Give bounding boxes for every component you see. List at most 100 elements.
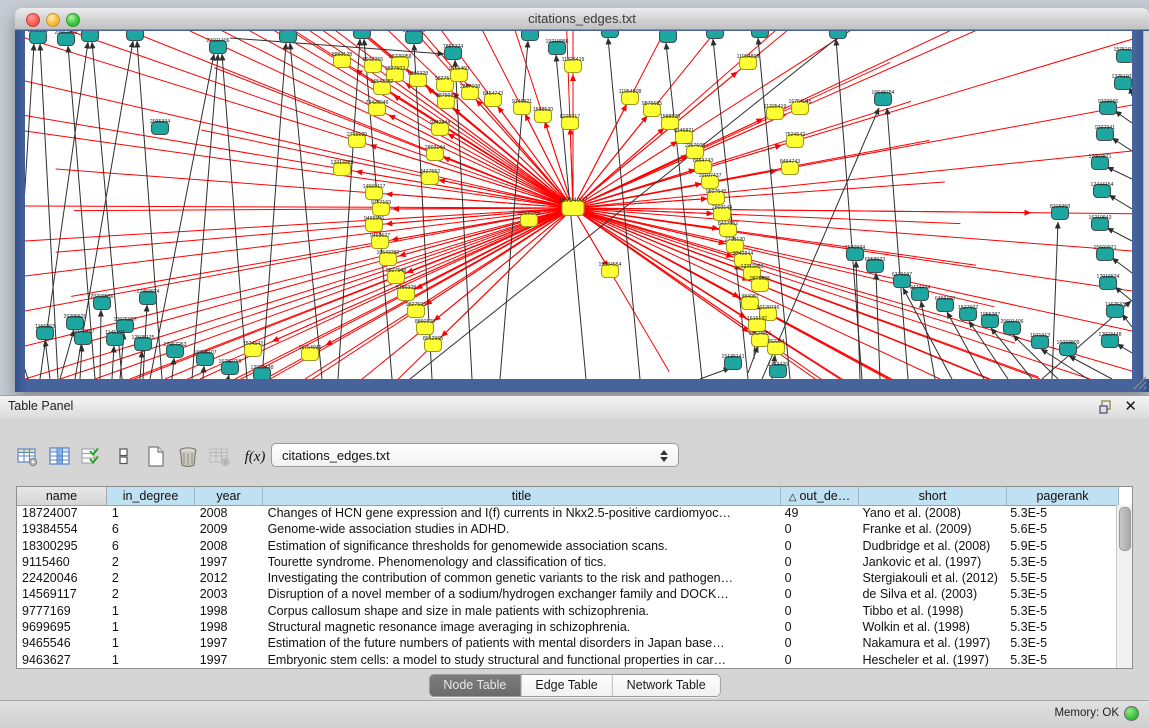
graph-node[interactable] <box>522 31 539 41</box>
table-cell[interactable]: 14569117 <box>17 586 107 602</box>
delete-trash-icon[interactable] <box>174 444 202 470</box>
table-cell[interactable]: 1997 <box>195 635 263 651</box>
table-cell[interactable]: Structural magnetic resonance image aver… <box>263 619 780 635</box>
table-row[interactable]: 1456911722003Disruption of a novel membe… <box>17 586 1117 602</box>
table-select-dropdown[interactable]: citations_edges.txt <box>271 443 679 467</box>
table-cell[interactable]: 18300295 <box>17 538 107 554</box>
black-edge[interactable] <box>1115 111 1132 123</box>
red-edge[interactable] <box>25 208 573 346</box>
red-edge-arrow[interactable] <box>393 208 573 209</box>
red-edge-arrow[interactable] <box>573 116 647 208</box>
black-edge[interactable] <box>60 330 74 379</box>
table-cell[interactable]: 5.3E-5 <box>1005 505 1117 521</box>
table-cell[interactable]: 0 <box>780 652 858 668</box>
table-cell[interactable]: Tourette syndrome. Phenomenology and cla… <box>263 554 780 570</box>
table-cell[interactable]: 5.3E-5 <box>1005 586 1117 602</box>
red-edge-arrow[interactable] <box>386 194 573 208</box>
table-cell[interactable]: 0 <box>780 603 858 619</box>
black-edge[interactable] <box>112 346 114 379</box>
table-cell[interactable]: 5.3E-5 <box>1005 635 1117 651</box>
red-edge-arrow[interactable] <box>476 100 573 208</box>
black-edge[interactable] <box>748 346 758 373</box>
table-vertical-scrollbar[interactable] <box>1116 505 1132 668</box>
red-edge-arrow[interactable] <box>416 208 573 289</box>
table-cell[interactable]: de Silva et al. (2003) <box>857 586 1005 602</box>
memory-status-indicator[interactable] <box>1124 706 1139 721</box>
network-canvas[interactable]: 1872400718300295193845548860128891295518… <box>25 31 1132 379</box>
column-header-title[interactable]: title <box>263 487 781 505</box>
black-edge[interactable] <box>1109 195 1132 209</box>
table-cell[interactable]: 19384554 <box>17 521 107 537</box>
table-row[interactable]: 2242004622012Investigating the contribut… <box>17 570 1117 586</box>
red-edge[interactable] <box>573 208 1059 379</box>
table-row[interactable]: 911546021997Tourette syndrome. Phenomeno… <box>17 554 1117 570</box>
new-document-icon[interactable] <box>142 444 170 470</box>
table-cell[interactable]: 0 <box>780 586 858 602</box>
red-edge-arrow[interactable] <box>573 145 782 208</box>
red-edge[interactable] <box>25 34 573 208</box>
table-cell[interactable]: Estimation of the future numbers of pati… <box>263 635 780 651</box>
table-row[interactable]: 977716911998Corpus callosum shape and si… <box>17 603 1117 619</box>
black-edge[interactable] <box>1112 138 1132 151</box>
table-cell[interactable]: 1997 <box>195 554 263 570</box>
red-edge-arrow[interactable] <box>454 108 573 208</box>
table-cell[interactable]: 22420046 <box>17 570 107 586</box>
column-header-name[interactable]: name <box>17 487 107 505</box>
table-cell[interactable]: 1 <box>107 603 195 619</box>
table-cell[interactable]: 6 <box>107 521 195 537</box>
table-cell[interactable]: 5.3E-5 <box>1005 619 1117 635</box>
table-cell[interactable]: 2 <box>107 586 195 602</box>
black-edge[interactable] <box>25 44 34 379</box>
red-edge[interactable] <box>573 31 825 208</box>
table-cell[interactable]: 9465546 <box>17 635 107 651</box>
red-edge[interactable] <box>573 208 1101 379</box>
table-cell[interactable]: 1 <box>107 635 195 651</box>
black-edge[interactable] <box>1107 167 1132 179</box>
black-edge[interactable] <box>228 375 229 379</box>
red-edge-arrow[interactable] <box>573 199 707 208</box>
red-edge-arrow[interactable] <box>370 145 573 208</box>
float-panel-icon[interactable] <box>1099 400 1113 414</box>
black-edge[interactable] <box>290 43 322 379</box>
table-cell[interactable]: 0 <box>780 538 858 554</box>
table-row[interactable]: 1830029562008Estimation of significance … <box>17 538 1117 554</box>
table-cell[interactable]: 5.9E-5 <box>1005 538 1117 554</box>
table-cell[interactable]: Wolkin et al. (1998) <box>857 619 1005 635</box>
black-edge[interactable] <box>1117 344 1132 353</box>
table-cell[interactable]: 1998 <box>195 619 263 635</box>
red-edge[interactable] <box>573 31 1028 208</box>
table-cell[interactable]: Nakamura et al. (1997) <box>857 635 1005 651</box>
red-edge[interactable] <box>573 208 1132 331</box>
table-cell[interactable]: Genome-wide association studies in ADHD. <box>263 521 780 537</box>
table-cell[interactable]: Tibbo et al. (1998) <box>857 603 1005 619</box>
table-cell[interactable]: 5.5E-5 <box>1005 570 1117 586</box>
citation-network-graph[interactable]: 1872400718300295193845548860128891295518… <box>25 31 1132 379</box>
red-edge[interactable] <box>573 208 1090 379</box>
red-edge[interactable] <box>573 31 721 208</box>
black-edge[interactable] <box>100 310 101 379</box>
red-edge-arrow[interactable] <box>573 128 664 208</box>
select-column-icon[interactable] <box>46 444 74 470</box>
table-cell[interactable]: 49 <box>780 505 858 521</box>
table-cell[interactable]: 5.3E-5 <box>1005 603 1117 619</box>
merge-rows-icon[interactable] <box>110 444 138 470</box>
graph-node[interactable] <box>82 31 99 42</box>
red-edge[interactable] <box>573 208 1059 379</box>
table-cell[interactable]: 1 <box>107 619 195 635</box>
black-edge[interactable] <box>700 368 730 379</box>
black-edge[interactable] <box>1069 356 1112 379</box>
black-edge[interactable] <box>666 43 702 379</box>
graph-node[interactable] <box>752 31 769 38</box>
black-edge[interactable] <box>1115 287 1132 301</box>
table-cell[interactable]: Jankovic et al. (1997) <box>857 554 1005 570</box>
red-edge-arrow[interactable] <box>573 119 763 208</box>
table-cell[interactable]: Changes of HCN gene expression and I(f) … <box>263 505 780 521</box>
red-edge-arrow[interactable] <box>326 208 573 345</box>
tab-edge-table[interactable]: Edge Table <box>521 675 612 696</box>
column-header-in-degree[interactable]: in_degree <box>107 487 195 505</box>
table-cell[interactable]: 2008 <box>195 538 263 554</box>
table-cell[interactable]: 6 <box>107 538 195 554</box>
black-edge[interactable] <box>1112 258 1132 273</box>
table-row[interactable]: 946554611997Estimation of the future num… <box>17 635 1117 651</box>
table-cell[interactable]: 5.3E-5 <box>1005 554 1117 570</box>
